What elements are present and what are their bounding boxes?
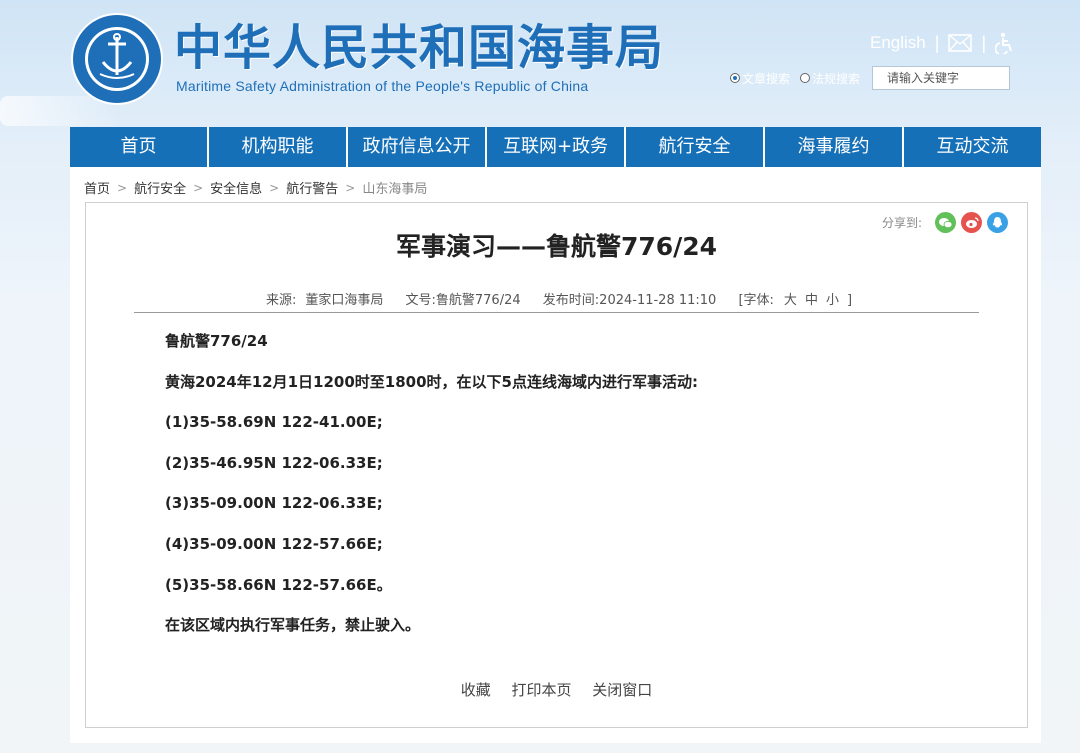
nav-item-internet-gov[interactable]: 互联网+政务 xyxy=(487,127,626,167)
site-title-en: Maritime Safety Administration of the Pe… xyxy=(176,78,589,94)
meta-date: 发布时间:2024-11-28 11:10 xyxy=(543,293,717,308)
meta-docno-label: 文号: xyxy=(405,293,436,308)
article-paragraph: (2)35-46.95N 122-06.33E; xyxy=(165,453,383,472)
accessibility-icon[interactable] xyxy=(995,32,1013,54)
font-size-small[interactable]: 小 xyxy=(826,293,839,308)
english-link[interactable]: English xyxy=(870,33,926,53)
radio-button[interactable] xyxy=(800,73,811,83)
article-paragraph: (3)35-09.00N 122-06.33E; xyxy=(165,494,383,513)
meta-source-label: 来源: xyxy=(265,293,297,308)
meta-source-value: 董家口海事局 xyxy=(305,293,384,308)
site-title-cn[interactable]: 中华人民共和国海事局 xyxy=(174,20,664,76)
breadcrumb-separator: > xyxy=(345,180,356,195)
radio-button-checked[interactable] xyxy=(730,73,740,83)
breadcrumb-nav-warnings[interactable]: 航行警告 xyxy=(286,178,338,197)
divider xyxy=(134,312,979,313)
font-size-close: ] xyxy=(846,293,853,308)
nav-item-navigation-safety[interactable]: 航行安全 xyxy=(626,127,765,167)
font-size-medium[interactable]: 中 xyxy=(805,293,818,308)
meta-date-value: 2024-11-28 11:10 xyxy=(599,293,717,308)
meta-docno-value: 鲁航警776/24 xyxy=(435,293,521,308)
font-size-label: [字体: xyxy=(738,293,774,308)
nav-item-home[interactable]: 首页 xyxy=(70,127,209,167)
article-actions: 收藏 打印本页 关闭窗口 xyxy=(86,679,1027,700)
close-window-button[interactable]: 关闭窗口 xyxy=(592,681,652,699)
radio-label: 法规搜索 xyxy=(812,71,861,86)
breadcrumb-separator: > xyxy=(269,180,280,195)
article-paragraph: 在该区域内执行军事任务，禁止驶入。 xyxy=(165,616,421,635)
radio-label: 文章搜索 xyxy=(742,71,791,86)
mail-icon[interactable] xyxy=(948,34,973,52)
article-paragraph: (5)35-58.66N 122-57.66E。 xyxy=(165,575,392,594)
font-size-large[interactable]: 大 xyxy=(784,293,797,308)
article-title: 军事演习——鲁航警776/24 xyxy=(395,232,718,261)
breadcrumb-navigation-safety[interactable]: 航行安全 xyxy=(134,178,186,197)
breadcrumb-safety-info[interactable]: 安全信息 xyxy=(210,178,262,197)
separator: | xyxy=(934,32,940,53)
radio-regulation-search[interactable]: 法规搜索 xyxy=(800,70,860,87)
china-msa-logo[interactable] xyxy=(70,12,164,106)
breadcrumb-separator: > xyxy=(193,180,204,195)
breadcrumb-separator: > xyxy=(117,180,128,195)
article-container: 分享到: 军事演习——鲁航警776/24 来源: 董家口海事局 文号:鲁航警776… xyxy=(85,202,1028,728)
site-header: 中华人民共和国海事局 Maritime Safety Administratio… xyxy=(0,0,1080,127)
meta-date-label: 发布时间: xyxy=(542,293,600,308)
top-links: English | | xyxy=(870,30,1013,56)
radio-article-search[interactable]: 文章搜索 xyxy=(730,70,790,87)
font-size-switcher: [字体: 大中小] xyxy=(738,293,856,308)
nav-item-interaction[interactable]: 互动交流 xyxy=(904,127,1041,167)
article-paragraph: (1)35-58.69N 122-41.00E; xyxy=(165,413,383,432)
article-paragraph: 鲁航警776/24 xyxy=(165,332,268,350)
search-input[interactable]: 请输入关键字 xyxy=(872,66,1011,90)
article-meta: 来源: 董家口海事局 文号:鲁航警776/24 发布时间:2024-11-28 1… xyxy=(86,289,1027,308)
main-content: 首页 > 航行安全 > 安全信息 > 航行警告 > 山东海事局 分享到: 军事演… xyxy=(70,167,1041,743)
breadcrumb: 首页 > 航行安全 > 安全信息 > 航行警告 > 山东海事局 xyxy=(84,178,428,198)
print-button[interactable]: 打印本页 xyxy=(511,681,571,699)
article-paragraph: (4)35-09.00N 122-57.66E; xyxy=(165,534,383,553)
nav-item-gov-info[interactable]: 政府信息公开 xyxy=(348,127,487,167)
nav-item-functions[interactable]: 机构职能 xyxy=(209,127,348,167)
nav-item-compliance[interactable]: 海事履约 xyxy=(765,127,904,167)
separator: | xyxy=(981,32,987,53)
breadcrumb-current: 山东海事局 xyxy=(362,182,428,197)
meta-docno: 文号:鲁航警776/24 xyxy=(406,293,521,308)
article-paragraph: 黄海2024年12月1日1200时至1800时，在以下5点连线海域内进行军事活动… xyxy=(165,372,698,391)
main-nav: 首页 机构职能 政府信息公开 互联网+政务 航行安全 海事履约 互动交流 xyxy=(70,127,1041,167)
meta-source: 来源: 董家口海事局 xyxy=(257,293,383,308)
breadcrumb-home[interactable]: 首页 xyxy=(84,178,110,197)
search-bar: 文章搜索 法规搜索 请输入关键字 xyxy=(730,66,1011,90)
article-body: 鲁航警776/24 黄海2024年12月1日1200时至1800时，在以下5点连… xyxy=(165,331,965,656)
favorite-button[interactable]: 收藏 xyxy=(461,681,491,699)
